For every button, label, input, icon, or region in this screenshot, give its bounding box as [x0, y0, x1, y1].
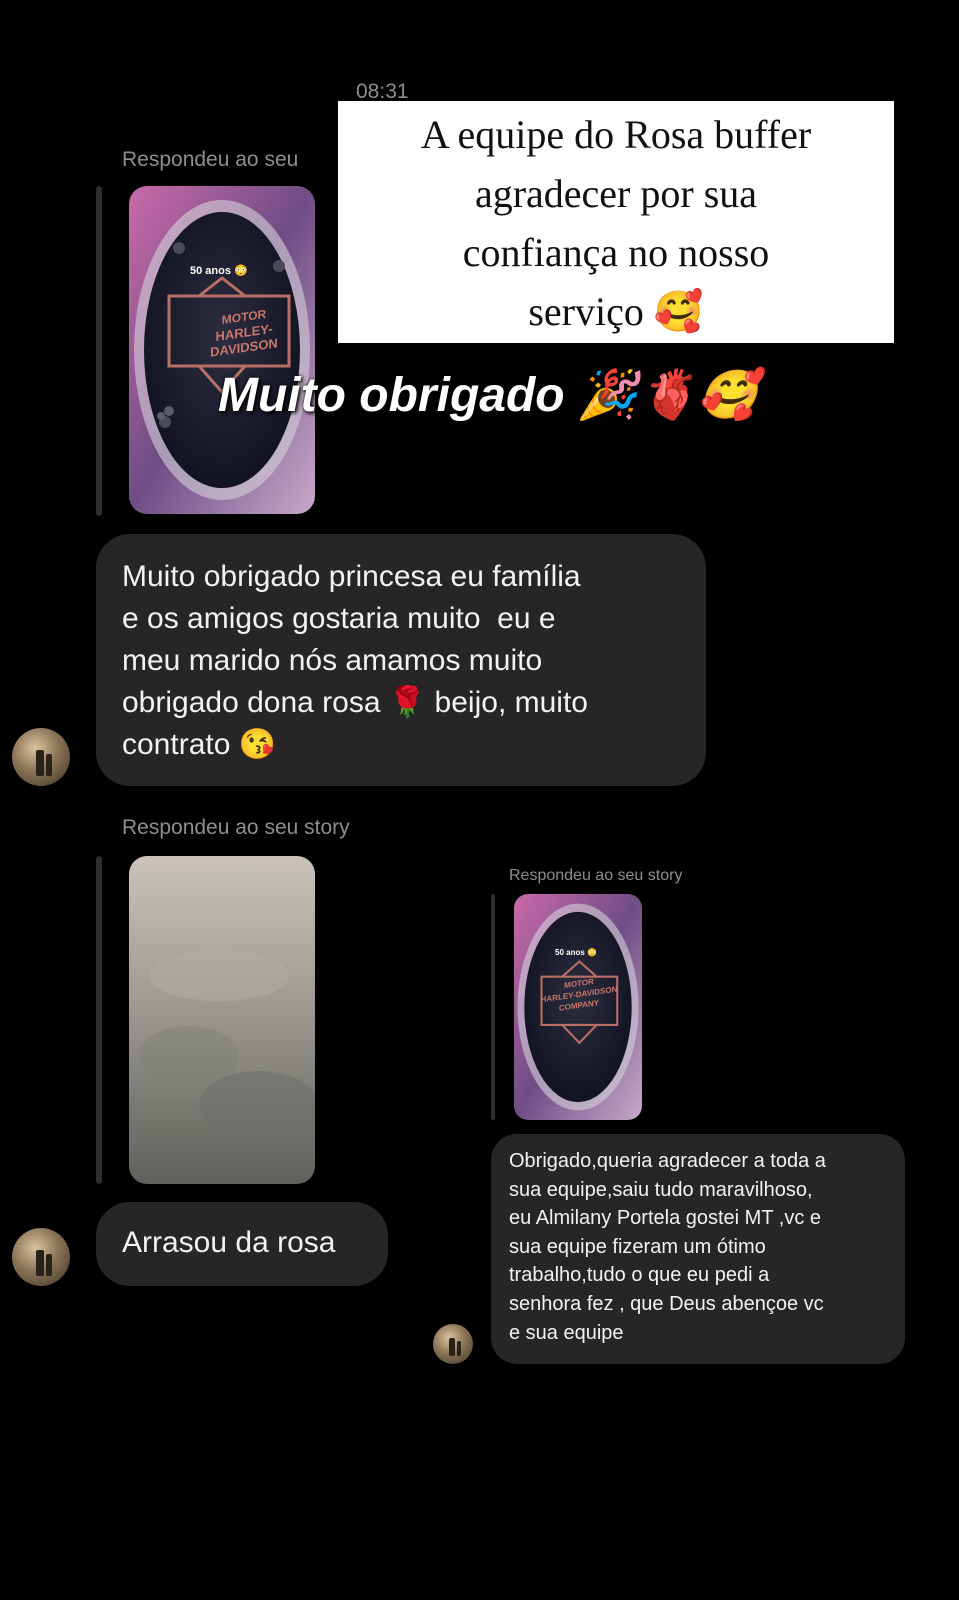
message-bubble[interactable]: Obrigado,queria agradecer a toda a sua e…: [491, 1134, 905, 1364]
message-line: obrigado dona rosa 🌹 beijo, muito: [122, 686, 588, 719]
caption-line: serviço 🥰: [528, 289, 704, 334]
replied-to-story-label: Respondeu ao seu: [122, 148, 299, 171]
reply-quote-line: [96, 186, 102, 516]
message-line: Muito obrigado princesa eu família: [122, 560, 581, 593]
thank-you-caption: Muito obrigado 🎉🫀🥰: [218, 369, 758, 422]
message-line: e os amigos gostaria muito eu e: [122, 602, 556, 635]
caption-line: agradecer por sua: [474, 171, 758, 216]
caption-line: A equipe do Rosa buffer: [420, 112, 812, 157]
story-thumbnail[interactable]: [129, 856, 315, 1184]
message-line: sua equipe fizeram um ótimo: [509, 1235, 766, 1258]
message-line: meu marido nós amamos muito: [122, 644, 543, 677]
reply-quote-line: [491, 894, 495, 1120]
replied-to-story-label: Respondeu ao seu story: [509, 867, 683, 884]
story-badge-text: 50 anos 😳: [555, 948, 597, 957]
message-line: e sua equipe: [509, 1321, 624, 1344]
story-badge-text: 50 anos 😳: [190, 265, 248, 277]
caption-line: confiança no nosso: [462, 230, 770, 275]
message-line: senhora fez , que Deus abençoe vc: [509, 1292, 824, 1315]
reply-quote-line: [96, 856, 102, 1184]
avatar[interactable]: [12, 1228, 70, 1286]
message-line: trabalho,tudo o que eu pedi a: [509, 1264, 770, 1287]
message-bubble[interactable]: Muito obrigado princesa eu família e os …: [96, 534, 706, 786]
message-line: Obrigado,queria agradecer a toda a: [509, 1150, 826, 1172]
message-line: contrato 😘: [122, 728, 277, 761]
message-line: sua equipe,saiu tudo maravilhoso,: [509, 1178, 813, 1201]
avatar[interactable]: [12, 728, 70, 786]
story-caption-box: A equipe do Rosa buffer agradecer por su…: [338, 101, 894, 343]
message-text: Arrasou da rosa: [122, 1226, 336, 1259]
message-line: eu Almilany Portela gostei MT ,vc e: [509, 1207, 821, 1230]
replied-to-story-label: Respondeu ao seu story: [122, 816, 350, 839]
avatar[interactable]: [433, 1324, 473, 1364]
textured-surface-image: [129, 856, 315, 1184]
message-bubble[interactable]: Arrasou da rosa: [96, 1202, 388, 1286]
